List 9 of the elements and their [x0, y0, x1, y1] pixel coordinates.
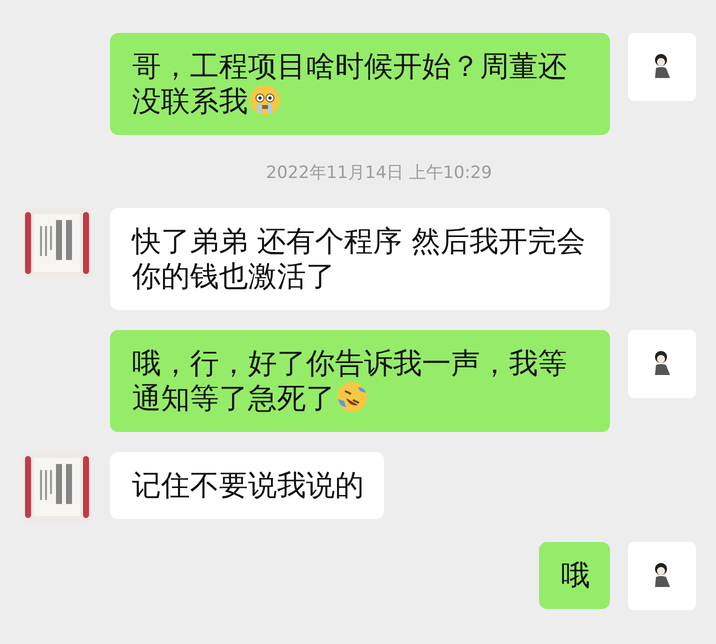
- message-bubble: 快了弟弟 还有个程序 然后我开完会你的钱也激活了: [110, 208, 610, 310]
- avatar[interactable]: [628, 330, 696, 398]
- message-bubble: 哥，工程项目啥时候开始？周董还没联系我: [110, 33, 610, 135]
- message-bubble: 哦，行，好了你告诉我一声，我等通知等了急死了: [110, 330, 610, 432]
- message-bubble: 哦: [539, 542, 610, 609]
- avatar[interactable]: [628, 33, 696, 101]
- avatar[interactable]: [628, 542, 696, 610]
- message-bubble: 记住不要说我说的: [110, 452, 384, 519]
- timestamp: 2022年11月14日 上午10:29: [266, 162, 492, 184]
